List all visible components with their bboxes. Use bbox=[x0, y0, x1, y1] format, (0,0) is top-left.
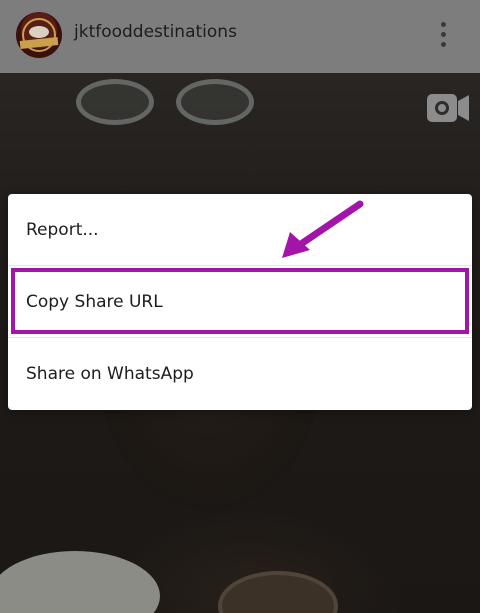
menu-item-share-whatsapp[interactable]: Share on WhatsApp bbox=[8, 338, 472, 409]
options-dialog: Report... Copy Share URL Share on WhatsA… bbox=[8, 194, 472, 410]
pointer-arrow-icon bbox=[282, 200, 364, 258]
menu-item-copy-share-url[interactable]: Copy Share URL bbox=[8, 266, 472, 337]
menu-item-label: Copy Share URL bbox=[26, 291, 163, 312]
post-header: jktfooddestinations bbox=[0, 0, 480, 73]
account-username[interactable]: jktfooddestinations bbox=[74, 22, 237, 42]
account-avatar[interactable] bbox=[16, 12, 62, 58]
avatar-logo-plate bbox=[29, 26, 49, 38]
more-vertical-icon[interactable] bbox=[436, 22, 450, 48]
menu-item-label: Report... bbox=[26, 219, 99, 240]
menu-item-report[interactable]: Report... bbox=[8, 194, 472, 265]
menu-item-label: Share on WhatsApp bbox=[26, 363, 194, 384]
